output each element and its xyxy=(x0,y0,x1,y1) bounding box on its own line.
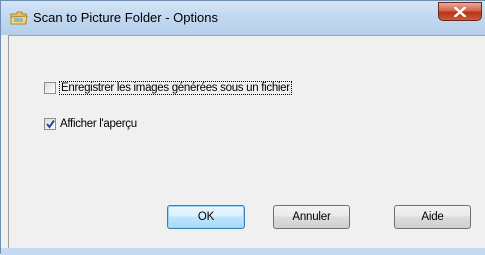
show-preview-checkbox[interactable] xyxy=(44,118,56,130)
options-dialog: Scan to Picture Folder - Options Enregis… xyxy=(0,0,485,255)
show-preview-option[interactable]: Afficher l'aperçu xyxy=(44,116,137,132)
title-bar[interactable]: Scan to Picture Folder - Options xyxy=(1,1,485,35)
cancel-button[interactable]: Annuler xyxy=(273,205,350,229)
save-to-file-label[interactable]: Enregistrer les images générées sous un … xyxy=(59,81,292,95)
save-to-file-checkbox[interactable] xyxy=(44,82,56,94)
ok-button[interactable]: OK xyxy=(167,205,245,229)
close-icon xyxy=(454,7,466,17)
window-title: Scan to Picture Folder - Options xyxy=(33,10,218,25)
checkmark-icon xyxy=(46,119,55,129)
folder-scan-icon xyxy=(10,10,28,26)
close-button[interactable] xyxy=(438,2,482,21)
save-to-file-option[interactable]: Enregistrer les images générées sous un … xyxy=(44,80,292,96)
help-button[interactable]: Aide xyxy=(394,205,471,229)
show-preview-label[interactable]: Afficher l'aperçu xyxy=(60,118,137,130)
